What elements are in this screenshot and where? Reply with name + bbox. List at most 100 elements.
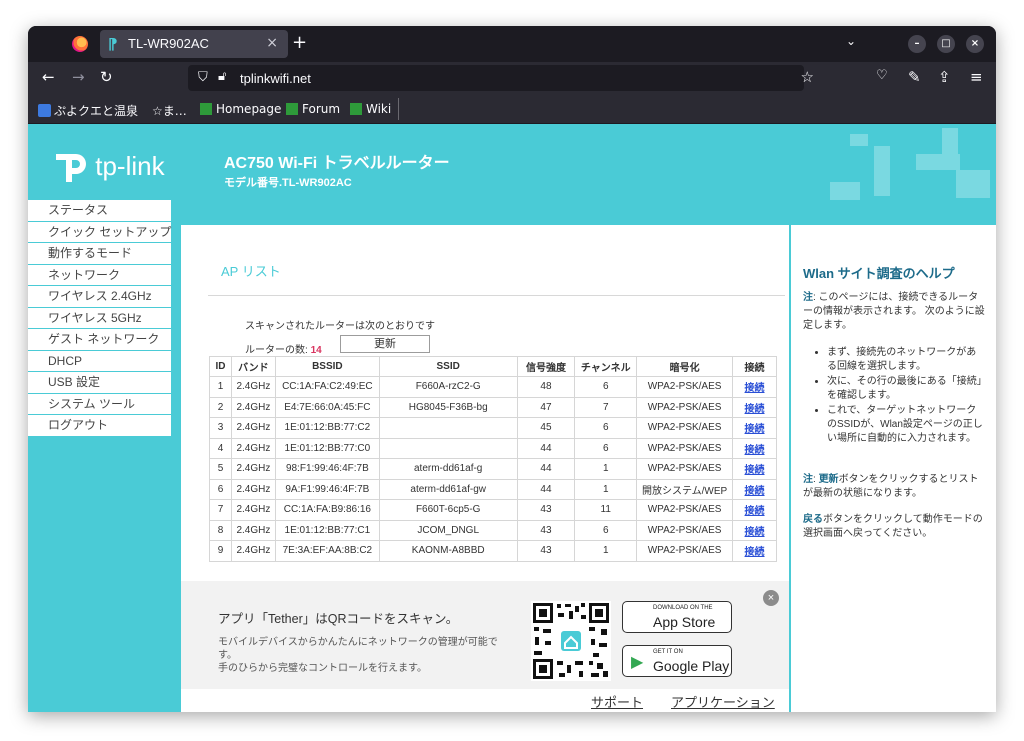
connect-link[interactable]: 接続 <box>732 478 777 500</box>
tab-close-icon[interactable]: × <box>266 35 278 51</box>
shield-icon[interactable]: ⛉ <box>198 70 208 85</box>
browser-tab[interactable]: ⁋ TL-WR902AC × <box>100 30 288 58</box>
router-count: ルーターの数: 14 <box>245 345 322 356</box>
table-cell: 6 <box>574 437 638 459</box>
table-cell: WPA2-PSK/AES <box>636 437 734 459</box>
support-link[interactable]: サポート <box>591 692 643 711</box>
bookmark-favicon-icon <box>200 103 212 115</box>
table-cell: 9 <box>209 540 232 562</box>
bookmark-item[interactable]: Wiki <box>350 102 391 116</box>
col-id: ID <box>209 356 232 377</box>
qr-code-icon <box>531 601 611 681</box>
table-row: 6 2.4GHz 9A:F1:99:46:4F:7B aterm-dd61af-gw 4… <box>209 478 777 500</box>
minimize-icon[interactable]: – <box>908 35 926 53</box>
table-row: 5 2.4GHz 98:F1:99:46:4F:7B aterm-dd61af-g 44… <box>209 458 777 480</box>
forward-icon[interactable]: → <box>72 68 85 86</box>
col-bssid: BSSID <box>274 356 380 377</box>
table-cell <box>378 437 518 459</box>
app-store-button[interactable]: DOWNLOAD ON THE App Store <box>622 601 732 633</box>
maximize-icon[interactable]: □ <box>937 35 955 53</box>
list-tabs-icon[interactable]: ⌄ <box>846 34 856 48</box>
pocket-icon[interactable]: ♡ <box>876 68 888 83</box>
back-icon[interactable]: ← <box>42 68 55 86</box>
sidebar-item-quick-setup[interactable]: クイック セットアップ <box>28 221 171 243</box>
bookmark-item[interactable]: Homepage <box>200 102 281 116</box>
table-cell: 7 <box>209 499 232 521</box>
connect-link[interactable]: 接続 <box>732 540 777 562</box>
table-cell: 1E:01:12:BB:77:C1 <box>274 519 380 541</box>
table-cell: 44 <box>516 458 576 480</box>
application-link[interactable]: アプリケーション <box>671 692 775 711</box>
bookmark-item[interactable]: ☆ま… <box>152 102 187 119</box>
table-cell: 2.4GHz <box>230 458 276 480</box>
table-cell: WPA2-PSK/AES <box>636 519 734 541</box>
refresh-button[interactable]: 更新 <box>340 335 430 353</box>
bookmark-separator <box>398 98 399 120</box>
browser-window: ⁋ TL-WR902AC × + ⌄ – □ × ← → ↻ ⛉ 🔓︎ tpli… <box>28 26 996 712</box>
sidebar-item-dhcp[interactable]: DHCP <box>28 350 171 372</box>
url-bar[interactable]: ⛉ 🔓︎ tplinkwifi.net ☆ <box>188 65 814 91</box>
google-play-button[interactable]: ▶ GET IT ON Google Play <box>622 645 732 677</box>
table-cell: WPA2-PSK/AES <box>636 499 734 521</box>
table-cell: 1 <box>574 540 638 562</box>
share-icon[interactable]: ⇪ <box>938 68 951 86</box>
sidebar-item-usb[interactable]: USB 設定 <box>28 372 171 394</box>
connect-link[interactable]: 接続 <box>732 437 777 459</box>
sidebar-menu: ステータス クイック セットアップ 動作するモード ネットワーク ワイヤレス 2… <box>28 200 171 437</box>
new-tab-icon[interactable]: + <box>292 32 307 53</box>
header-decoration <box>830 182 860 200</box>
promo-heading: アプリ「Tether」はQRコードをスキャン。 <box>218 612 459 626</box>
connect-link[interactable]: 接続 <box>732 458 777 480</box>
table-cell: 4 <box>209 437 232 459</box>
bookmark-item[interactable]: ぷよクエと温泉 <box>38 102 138 119</box>
col-signal: 信号強度 <box>516 356 576 377</box>
firefox-icon[interactable] <box>72 36 88 52</box>
table-cell: 2.4GHz <box>230 376 276 398</box>
connect-link[interactable]: 接続 <box>732 417 777 439</box>
table-row: 3 2.4GHz 1E:01:12:BB:77:C2 45 6 WPA2-PSK/AES 接… <box>209 417 777 439</box>
connect-link[interactable]: 接続 <box>732 376 777 398</box>
router-page: tp-link AC750 Wi-Fi トラベルルーター モデル番号.TL-WR… <box>28 124 996 712</box>
url-text[interactable]: tplinkwifi.net <box>240 71 311 86</box>
bookmark-favicon-icon <box>286 103 298 115</box>
sidebar-item-wireless-5[interactable]: ワイヤレス 5GHz <box>28 307 171 329</box>
table-cell: 2.4GHz <box>230 540 276 562</box>
extension-icon[interactable]: ✎ <box>908 68 921 86</box>
bookmark-favicon-icon <box>38 104 51 117</box>
reload-icon[interactable]: ↻ <box>100 68 113 86</box>
help-panel: Wlan サイト調査のヘルプ 注: このページには、接続できるルーターの情報が表… <box>791 225 996 712</box>
table-row: 2 2.4GHz E4:7E:66:0A:45:FC HG8045-F36B-bg 47… <box>209 396 777 418</box>
table-cell: 2.4GHz <box>230 437 276 459</box>
connect-link[interactable]: 接続 <box>732 499 777 521</box>
sidebar-item-operation-mode[interactable]: 動作するモード <box>28 243 171 265</box>
sidebar-item-logout[interactable]: ログアウト <box>28 415 171 437</box>
table-cell: 7 <box>574 396 638 418</box>
bookmark-item[interactable]: Forum <box>286 102 340 116</box>
promo-close-icon[interactable]: × <box>763 590 779 606</box>
table-cell: 1 <box>574 458 638 480</box>
table-cell: 98:F1:99:46:4F:7B <box>274 458 380 480</box>
menu-icon[interactable]: ≡ <box>970 68 983 86</box>
connect-link[interactable]: 接続 <box>732 519 777 541</box>
table-cell: 43 <box>516 519 576 541</box>
table-cell: KAONM-A8BBD <box>378 540 518 562</box>
sidebar-item-system-tools[interactable]: システム ツール <box>28 393 171 415</box>
table-cell: 47 <box>516 396 576 418</box>
sidebar-item-network[interactable]: ネットワーク <box>28 264 171 286</box>
sidebar-item-wireless-24[interactable]: ワイヤレス 2.4GHz <box>28 286 171 308</box>
sidebar-item-guest-network[interactable]: ゲスト ネットワーク <box>28 329 171 351</box>
col-ssid: SSID <box>378 356 518 377</box>
lock-icon[interactable]: 🔓︎ <box>218 69 226 84</box>
tplink-favicon-icon: ⁋ <box>108 35 118 53</box>
promo-body: モバイルデバイスからかんたんにネットワークの管理が可能です。 手のひらから完璧な… <box>218 637 498 674</box>
close-window-icon[interactable]: × <box>966 35 984 53</box>
sidebar-item-status[interactable]: ステータス <box>28 200 171 222</box>
help-title: Wlan サイト調査のヘルプ <box>803 266 955 281</box>
table-cell <box>378 417 518 439</box>
table-cell: 2 <box>209 396 232 418</box>
bookmark-star-icon[interactable]: ☆ <box>801 68 814 86</box>
table-cell: WPA2-PSK/AES <box>636 417 734 439</box>
table-cell: 44 <box>516 437 576 459</box>
table-cell: 2.4GHz <box>230 499 276 521</box>
connect-link[interactable]: 接続 <box>732 396 777 418</box>
